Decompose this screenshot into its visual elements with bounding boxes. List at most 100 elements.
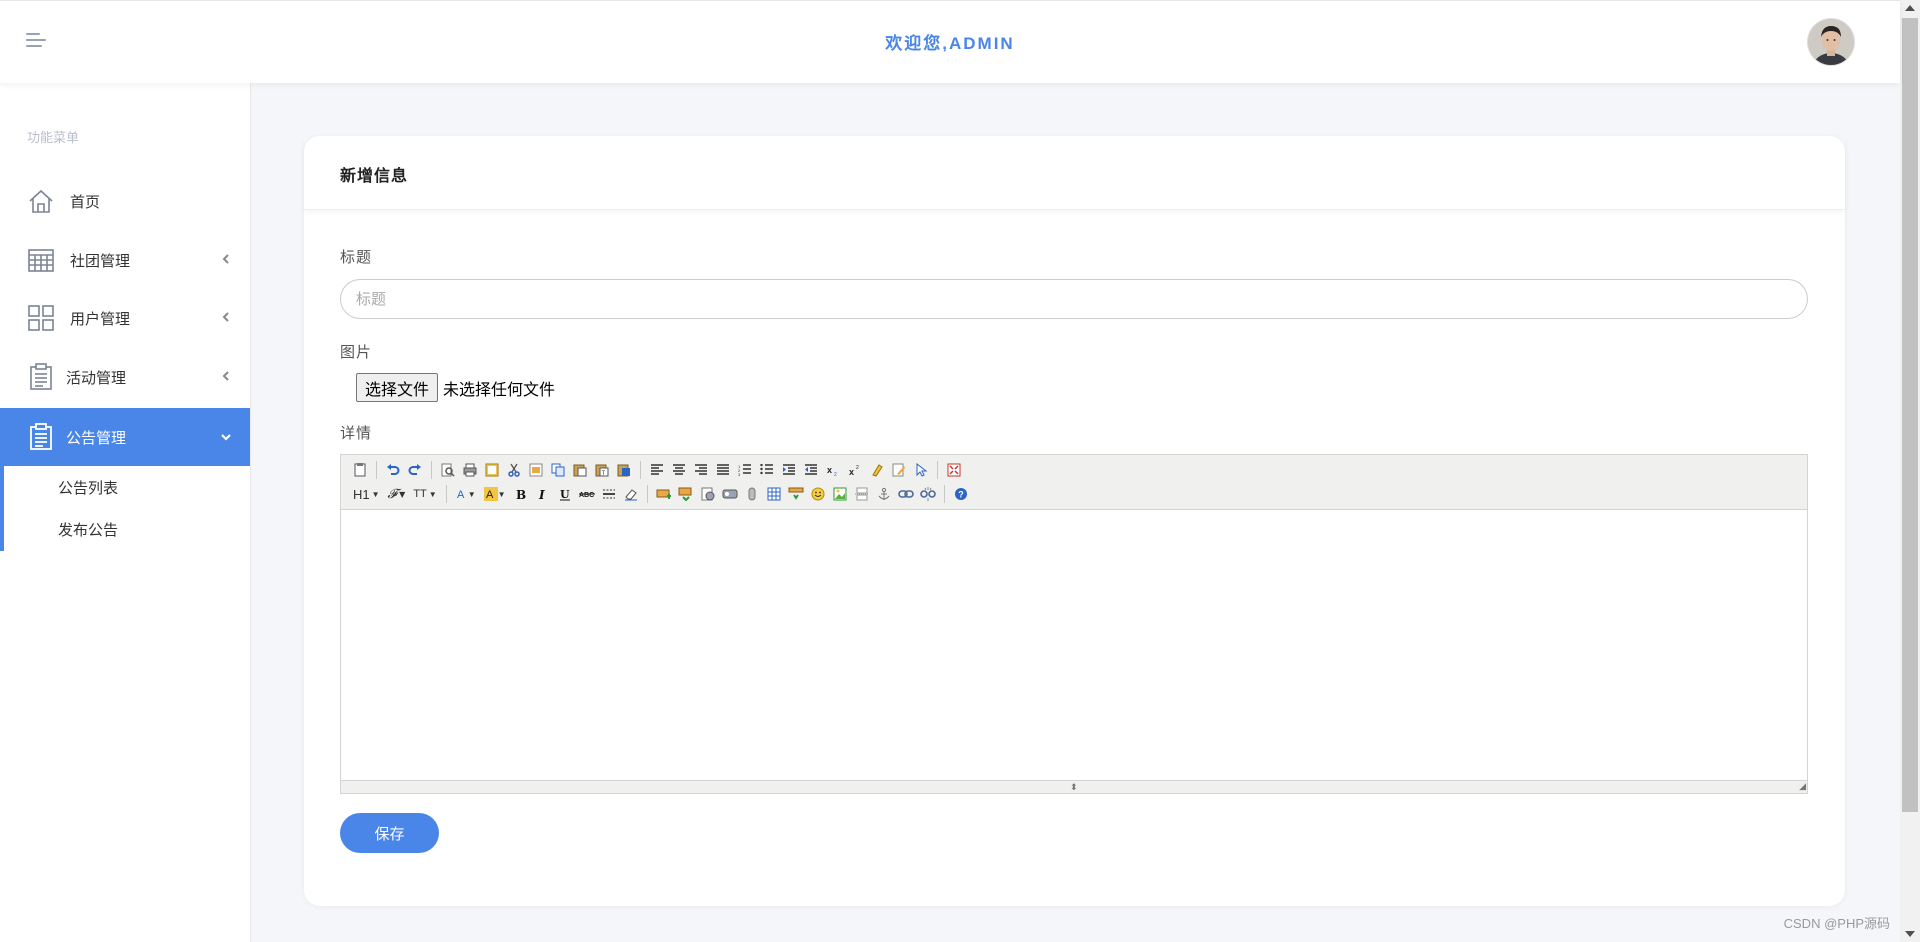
svg-text:B: B xyxy=(516,488,526,501)
eraser-icon[interactable] xyxy=(620,484,642,504)
table-icon[interactable] xyxy=(763,484,785,504)
align-justify-icon[interactable] xyxy=(712,460,734,480)
emoji-icon[interactable] xyxy=(807,484,829,504)
toolbar-separator xyxy=(376,461,377,479)
undo-icon[interactable] xyxy=(382,460,404,480)
resize-handle-icon[interactable]: ⬍ xyxy=(1070,783,1078,792)
align-center-icon[interactable] xyxy=(668,460,690,480)
align-left-icon[interactable] xyxy=(646,460,668,480)
video-icon[interactable] xyxy=(697,484,719,504)
flash-icon[interactable] xyxy=(719,484,741,504)
ordered-list-icon[interactable]: 123 xyxy=(734,460,756,480)
heading-label: H1 xyxy=(353,486,370,502)
sidebar-item-home[interactable]: 首页 xyxy=(0,172,250,230)
scroll-thumb[interactable] xyxy=(1902,18,1918,812)
scroll-down-icon[interactable] xyxy=(1905,931,1915,937)
paste-word-icon[interactable] xyxy=(613,460,635,480)
anchor-icon[interactable] xyxy=(873,484,895,504)
insert-column-icon[interactable] xyxy=(675,484,697,504)
image-icon[interactable] xyxy=(829,484,851,504)
link-icon[interactable] xyxy=(895,484,917,504)
home-icon xyxy=(26,186,56,216)
toolbar-separator xyxy=(445,485,447,503)
chevron-left-icon xyxy=(222,312,229,322)
unlink-icon[interactable] xyxy=(917,484,939,504)
toolbar-separator xyxy=(646,485,648,503)
background-color-dropdown[interactable]: A ▼ xyxy=(480,484,510,504)
toolbar-row-1: T 123 x2 x2 xyxy=(349,459,965,481)
indent-icon[interactable] xyxy=(778,460,800,480)
submenu-item-publish-notice[interactable]: 发布公告 xyxy=(58,519,118,540)
paste-text-icon[interactable]: T xyxy=(591,460,613,480)
attachment-icon[interactable] xyxy=(741,484,763,504)
subscript-icon[interactable]: x2 xyxy=(822,460,844,480)
svg-text:I: I xyxy=(538,488,545,501)
sidebar-item-label: 用户管理 xyxy=(70,310,131,328)
italic-icon[interactable]: I xyxy=(532,484,554,504)
strikethrough-icon[interactable]: ABC xyxy=(576,484,598,504)
submenu-item-notice-list[interactable]: 公告列表 xyxy=(58,477,118,498)
sidebar-item-label: 社团管理 xyxy=(70,252,131,270)
toolbar-separator xyxy=(943,485,945,503)
underline-icon[interactable]: U xyxy=(554,484,576,504)
save-button[interactable]: 保存 xyxy=(340,813,439,853)
insert-row-icon[interactable] xyxy=(653,484,675,504)
sidebar-item-club[interactable]: 社团管理 xyxy=(0,231,250,289)
font-family-dropdown[interactable]: 𝓕 ▼ xyxy=(384,484,410,504)
corner-resize-icon[interactable]: ◢ xyxy=(1799,781,1806,792)
image-label: 图片 xyxy=(340,344,373,361)
toolbar-separator xyxy=(431,461,432,479)
help-icon[interactable]: ? xyxy=(950,484,972,504)
scroll-up-icon[interactable] xyxy=(1905,5,1915,11)
bold-icon[interactable]: B xyxy=(510,484,532,504)
avatar[interactable] xyxy=(1808,19,1854,65)
sidebar-item-label: 活动管理 xyxy=(66,369,127,387)
page-scrollbar[interactable] xyxy=(1900,0,1920,942)
horizontal-rule-icon[interactable] xyxy=(598,484,620,504)
unordered-list-icon[interactable] xyxy=(756,460,778,480)
pointer-icon[interactable] xyxy=(910,460,932,480)
chevron-down-icon xyxy=(221,434,231,441)
template-icon[interactable] xyxy=(481,460,503,480)
editor-resize-bar[interactable]: ⬍ ◢ xyxy=(341,780,1807,793)
outdent-icon[interactable] xyxy=(800,460,822,480)
align-right-icon[interactable] xyxy=(690,460,712,480)
paste-icon[interactable] xyxy=(569,460,591,480)
select-all-icon[interactable] xyxy=(888,460,910,480)
font-size-dropdown[interactable]: TT ▼ xyxy=(409,484,440,504)
title-input[interactable] xyxy=(340,279,1808,319)
superscript-icon[interactable]: x2 xyxy=(844,460,866,480)
font-family-label: 𝓕 xyxy=(387,486,398,502)
cut-icon[interactable] xyxy=(503,460,525,480)
clipboard-icon xyxy=(26,422,56,452)
code-icon[interactable] xyxy=(525,460,547,480)
font-size-label: TT xyxy=(413,488,427,500)
preview-icon[interactable] xyxy=(437,460,459,480)
sidebar: 功能菜单 首页 社团管理 用户管理 活动管理 公告管理 公告列表 发布公告 xyxy=(0,83,251,942)
source-icon[interactable] xyxy=(349,460,371,480)
dropdown-caret-icon: ▼ xyxy=(399,489,406,499)
sidebar-item-notice[interactable]: 公告管理 xyxy=(0,408,250,466)
sidebar-item-users[interactable]: 用户管理 xyxy=(0,289,250,347)
heading-dropdown[interactable]: H1 ▼ xyxy=(349,484,384,504)
dropdown-caret-icon: ▼ xyxy=(371,489,380,499)
page-break-icon[interactable] xyxy=(851,484,873,504)
menu-caption: 功能菜单 xyxy=(27,130,80,145)
redo-icon[interactable] xyxy=(404,460,426,480)
insert-block-icon[interactable] xyxy=(785,484,807,504)
file-picker: 选择文件 未选择任何文件 xyxy=(356,373,555,402)
svg-text:ABC: ABC xyxy=(579,492,594,499)
print-icon[interactable] xyxy=(459,460,481,480)
fullscreen-icon[interactable] xyxy=(943,460,965,480)
sidebar-item-activity[interactable]: 活动管理 xyxy=(0,348,250,406)
font-color-icon: A xyxy=(457,489,465,500)
svg-text:2: 2 xyxy=(834,472,837,476)
editor-content-area[interactable] xyxy=(341,510,1807,781)
dropdown-caret-icon: ▼ xyxy=(467,489,476,499)
choose-file-button[interactable]: 选择文件 xyxy=(356,373,439,402)
copy-icon[interactable] xyxy=(547,460,569,480)
clear-format-icon[interactable] xyxy=(866,460,888,480)
svg-text:U: U xyxy=(560,488,570,501)
font-color-dropdown[interactable]: A ▼ xyxy=(452,484,480,504)
watermark: CSDN @PHP源码 xyxy=(1783,916,1890,931)
